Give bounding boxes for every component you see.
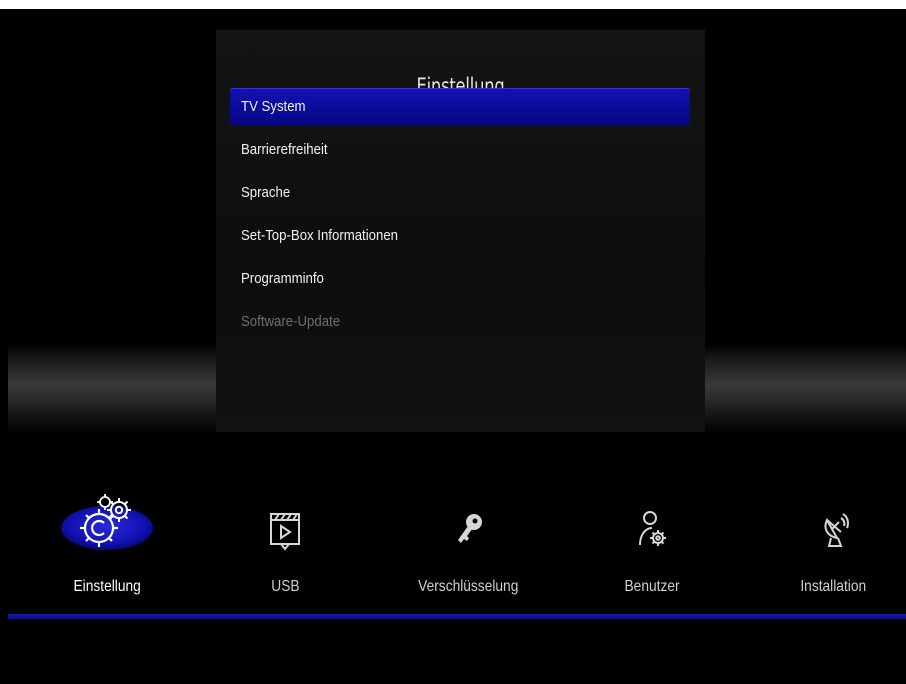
nav-label: Verschlüsselung	[417, 578, 519, 595]
accent-line	[8, 614, 906, 619]
nav-label: USB	[270, 578, 300, 595]
nav-item-verschluesselung[interactable]: Verschlüsselung	[388, 460, 548, 620]
nav-item-usb[interactable]: USB	[205, 460, 365, 620]
menu-item-sprache[interactable]: Sprache	[230, 174, 690, 212]
menu-item-programminfo[interactable]: Programminfo	[230, 260, 690, 298]
settings-menu: TV System Barrierefreiheit Sprache Set-T…	[230, 88, 690, 346]
menu-item-software-update: Software-Update	[230, 303, 690, 341]
menu-item-label: Programminfo	[241, 270, 324, 287]
menu-item-label: Software-Update	[241, 313, 341, 330]
menu-item-label: Barrierefreiheit	[241, 141, 328, 158]
satellite-dish-icon	[824, 513, 849, 547]
menu-item-label: Sprache	[241, 184, 291, 201]
nav-label: Benutzer	[624, 578, 680, 595]
nav-item-einstellung[interactable]: Einstellung	[27, 460, 187, 620]
nav-item-benutzer[interactable]: Benutzer	[572, 460, 732, 620]
menu-item-set-top-box-informationen[interactable]: Set-Top-Box Informationen	[230, 217, 690, 255]
main-nav-bar: Einstellung USB Verschlüsselung Benutzer…	[0, 460, 906, 620]
nav-label: Installation	[800, 578, 866, 595]
nav-item-installation[interactable]: Installation	[753, 460, 906, 620]
gears-icon	[61, 494, 153, 550]
nav-label: Einstellung	[73, 578, 141, 595]
user-gear-icon	[639, 511, 666, 546]
menu-item-label: Set-Top-Box Informationen	[241, 227, 399, 244]
menu-item-label: TV System	[241, 98, 306, 115]
top-border	[0, 0, 906, 9]
tv-menu-screen: Einstellung TV System Barrierefreiheit S…	[0, 0, 906, 684]
menu-item-barrierefreiheit[interactable]: Barrierefreiheit	[230, 131, 690, 169]
menu-item-tv-system[interactable]: TV System	[230, 88, 690, 126]
media-clapper-icon	[270, 513, 300, 551]
key-icon	[458, 514, 482, 543]
